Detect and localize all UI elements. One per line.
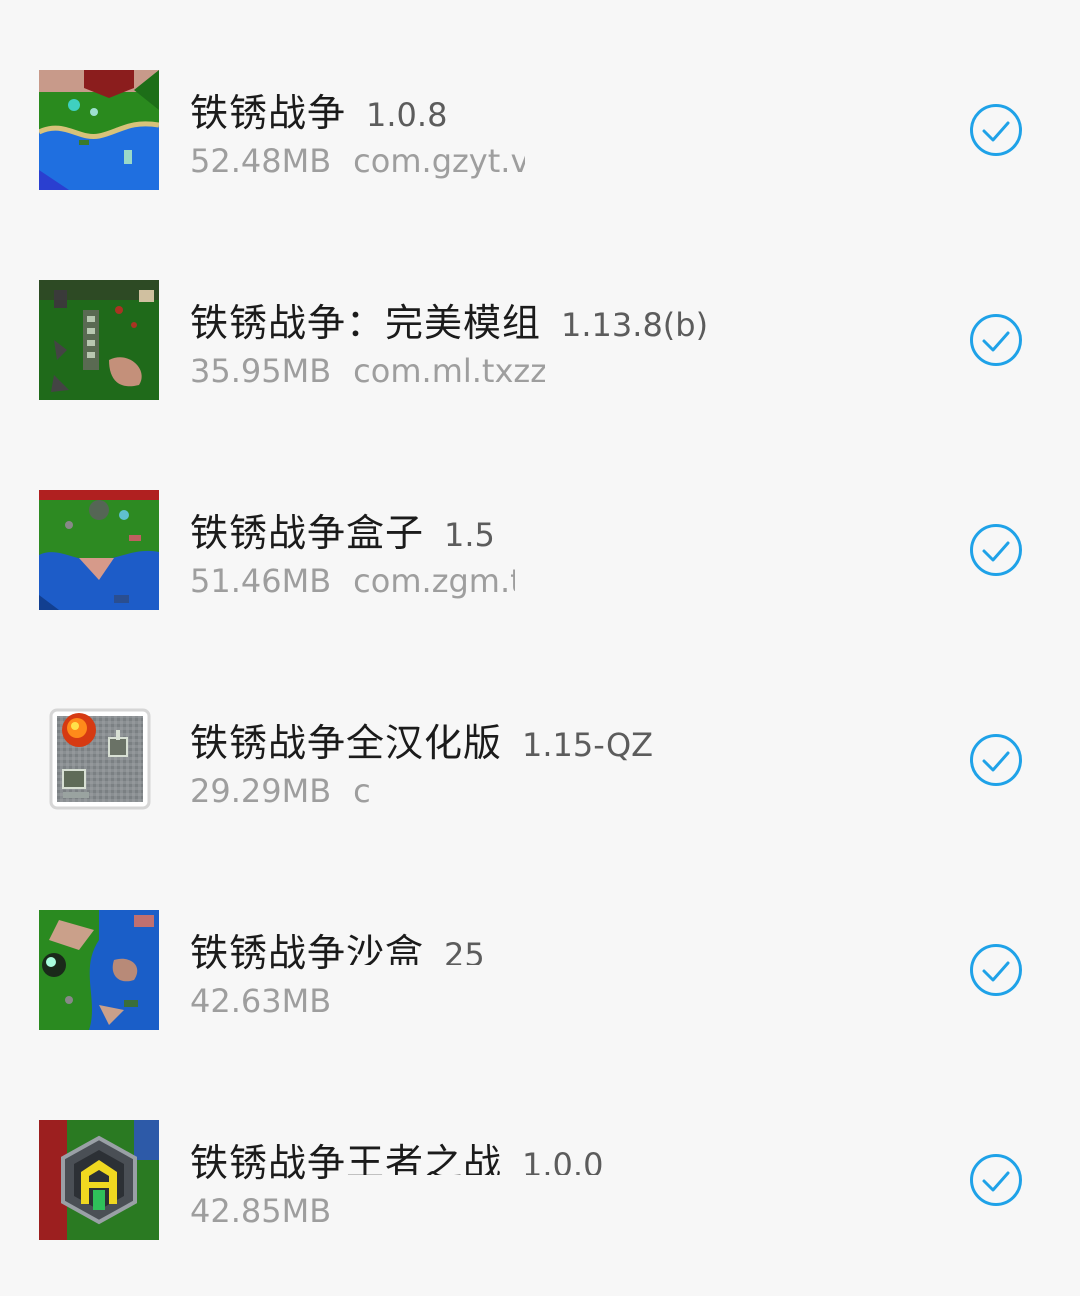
app-package: c (353, 772, 371, 810)
redaction-mask (515, 542, 705, 612)
app-version: 1.0.8 (366, 96, 448, 134)
app-size: 35.95MB (190, 352, 332, 390)
app-name: 铁锈战争盒子 (190, 511, 425, 555)
rusted-warfare-sea-icon (39, 910, 159, 1030)
checkmark-circle-icon[interactable] (969, 733, 1023, 787)
app-name: 铁锈战争 (190, 91, 347, 135)
app-size: 52.48MB (190, 142, 332, 180)
app-list-item[interactable]: 铁锈战争 1.0.8 52.48MB com.gzyt.v (0, 70, 1080, 230)
app-version: 1.13.8(b) (561, 306, 709, 344)
app-list-item[interactable]: 铁锈战争盒子 1.5 51.46MB com.zgm.tx (0, 490, 1080, 650)
app-list-item[interactable]: 铁锈战争沙盒 25 42.63MB (0, 910, 1080, 1085)
checkmark-circle-icon[interactable] (969, 103, 1023, 157)
redaction-mask (525, 125, 705, 220)
hexagon-emblem-icon (39, 1120, 159, 1240)
app-name: 铁锈战争全汉化版 (190, 721, 503, 765)
app-version: 1.5 (444, 516, 495, 554)
app-size: 51.46MB (190, 562, 332, 600)
app-package: com.gzyt.v (353, 142, 530, 180)
app-version: 1.15-QZ (522, 726, 654, 764)
app-size: 42.85MB (190, 1192, 332, 1230)
app-list: 铁锈战争 1.0.8 52.48MB com.gzyt.v 铁锈战争：完美模组 … (0, 0, 1080, 1296)
app-name: 铁锈战争：完美模组 (190, 301, 542, 345)
app-size: 29.29MB (190, 772, 332, 810)
rusted-warfare-map-icon (39, 70, 159, 190)
checkmark-circle-icon[interactable] (969, 1153, 1023, 1207)
app-package: com.zgm.tx (353, 562, 542, 600)
checkmark-circle-icon[interactable] (969, 313, 1023, 367)
checkmark-circle-icon[interactable] (969, 523, 1023, 577)
redaction-mask (338, 1175, 808, 1295)
redaction-mask (380, 765, 810, 875)
checkmark-circle-icon[interactable] (969, 943, 1023, 997)
app-list-item[interactable]: 铁锈战争全汉化版 1.15-QZ 29.29MB c (0, 700, 1080, 875)
app-list-item[interactable]: 铁锈战争：完美模组 1.13.8(b) 35.95MB com.ml.txzzw… (0, 280, 1080, 440)
redaction-mask (335, 965, 765, 1085)
app-size: 42.63MB (190, 982, 332, 1020)
rusted-warfare-units-icon (39, 280, 159, 400)
rusted-warfare-battle-icon (39, 490, 159, 610)
explosion-tank-icon (39, 700, 159, 820)
redaction-mask (545, 345, 755, 435)
app-list-item[interactable]: 铁锈战争王者之战 1.0.0 42.85MB (0, 1120, 1080, 1295)
